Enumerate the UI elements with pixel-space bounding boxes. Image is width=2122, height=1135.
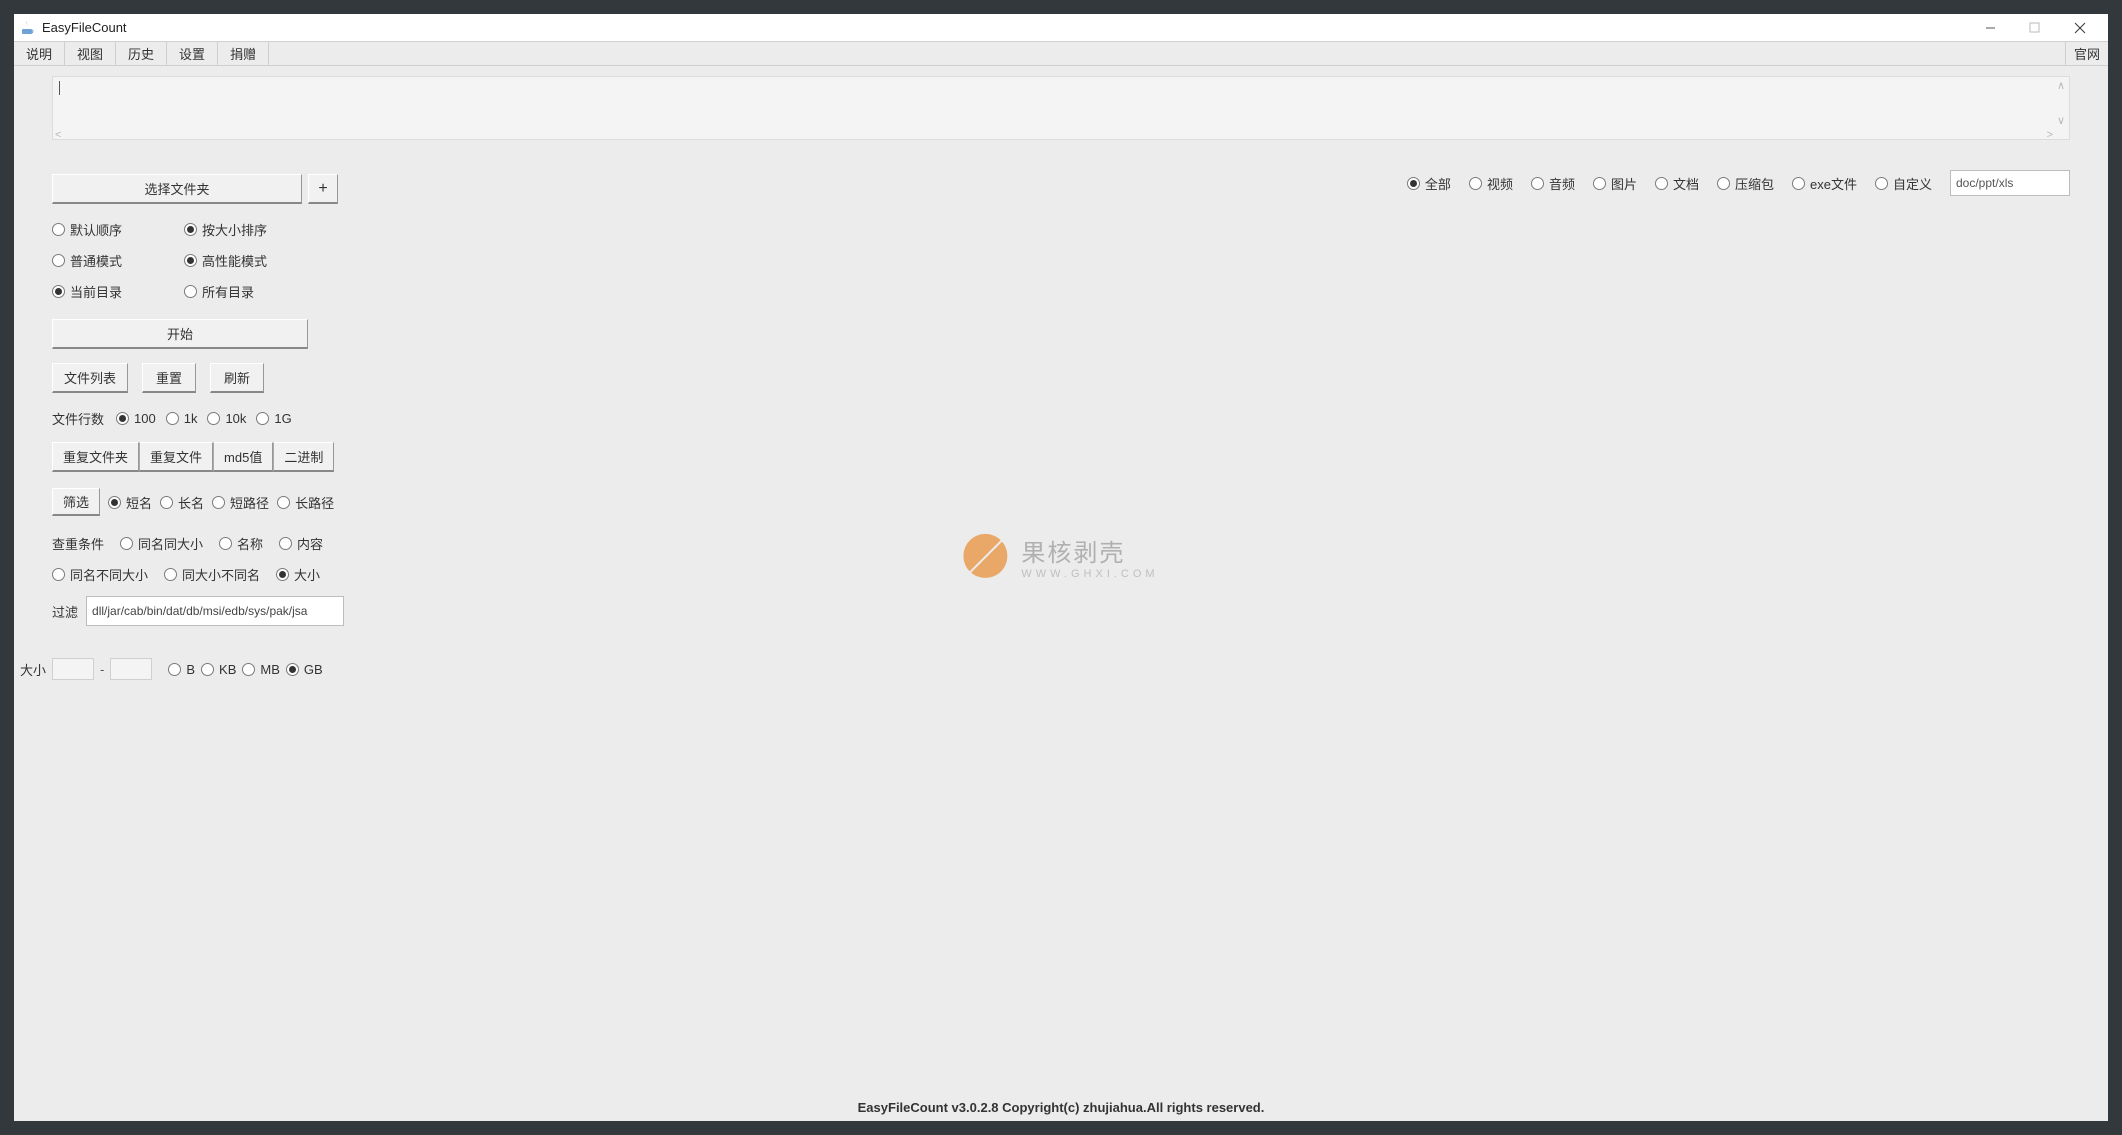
custom-filter-input[interactable]: [1950, 170, 2070, 196]
maximize-icon: [2029, 22, 2040, 33]
close-icon: [2074, 22, 2086, 34]
dup-files-button[interactable]: 重复文件: [139, 442, 213, 472]
file-list-button[interactable]: 文件列表: [52, 363, 128, 393]
scroll-right-icon[interactable]: >: [2047, 129, 2053, 141]
type-archive[interactable]: 压缩包: [1717, 174, 1774, 193]
menu-official[interactable]: 官网: [2065, 42, 2108, 65]
java-app-icon: [20, 20, 36, 36]
minimize-button[interactable]: [1968, 14, 2012, 42]
menu-donate[interactable]: 捐赠: [218, 42, 269, 65]
ext-filter-input[interactable]: [86, 596, 344, 626]
binary-button[interactable]: 二进制: [273, 442, 334, 472]
menu-settings[interactable]: 设置: [167, 42, 218, 65]
size-filter-row: 大小 - B KB MB GB: [20, 658, 323, 680]
dc-name[interactable]: 名称: [219, 534, 263, 553]
md5-button[interactable]: md5值: [213, 442, 273, 472]
start-button[interactable]: 开始: [52, 319, 308, 349]
scope-all[interactable]: 所有目录: [184, 282, 254, 301]
scope-current[interactable]: 当前目录: [52, 282, 122, 301]
unit-b[interactable]: B: [168, 662, 195, 677]
size-label: 大小: [20, 660, 46, 679]
type-audio[interactable]: 音频: [1531, 174, 1575, 193]
scroll-up-icon[interactable]: ∧: [2057, 79, 2065, 92]
watermark-text-cn: 果核剥壳: [1021, 532, 1158, 567]
ext-filter-label: 过滤: [52, 602, 78, 621]
dc-samesize-diffname[interactable]: 同大小不同名: [164, 565, 260, 584]
order-default[interactable]: 默认顺序: [52, 220, 122, 239]
scroll-down-icon[interactable]: ∨: [2057, 114, 2065, 127]
add-folder-button[interactable]: +: [308, 174, 338, 204]
reset-button[interactable]: 重置: [142, 363, 196, 393]
size-from-input[interactable]: [52, 658, 94, 680]
lines-100[interactable]: 100: [116, 411, 156, 426]
type-custom[interactable]: 自定义: [1875, 174, 1932, 193]
watermark-text-en: WWW.GHXI.COM: [1021, 567, 1158, 579]
window-title: EasyFileCount: [42, 20, 127, 35]
dc-samename-diffsize[interactable]: 同名不同大小: [52, 565, 148, 584]
select-folder-button[interactable]: 选择文件夹: [52, 174, 302, 204]
type-doc[interactable]: 文档: [1655, 174, 1699, 193]
dc-size[interactable]: 大小: [276, 565, 320, 584]
watermark: 果核剥壳 WWW.GHXI.COM: [963, 532, 1158, 579]
left-controls: 选择文件夹 + 默认顺序 按大小排序 普通模式 高性能模式 当前目录 所有目录 …: [52, 174, 412, 626]
type-filter-row: 全部 视频 音频 图片 文档 压缩包 exe文件 自定义: [1407, 170, 2070, 196]
menu-help[interactable]: 说明: [14, 42, 65, 65]
menubar: 说明 视图 历史 设置 捐赠 官网: [14, 42, 2108, 66]
lines-10k[interactable]: 10k: [207, 411, 246, 426]
type-image[interactable]: 图片: [1593, 174, 1637, 193]
menu-view[interactable]: 视图: [65, 42, 116, 65]
footer-copyright: EasyFileCount v3.0.2.8 Copyright(c) zhuj…: [14, 1100, 2108, 1115]
size-dash: -: [100, 662, 104, 677]
flt-long-name[interactable]: 长名: [160, 493, 204, 512]
unit-kb[interactable]: KB: [201, 662, 236, 677]
minimize-icon: [1985, 22, 1996, 33]
lines-1k[interactable]: 1k: [166, 411, 198, 426]
watermark-icon: [963, 534, 1007, 578]
order-by-size[interactable]: 按大小排序: [184, 220, 267, 239]
filter-toggle-button[interactable]: 筛选: [52, 488, 100, 516]
menu-history[interactable]: 历史: [116, 42, 167, 65]
lines-1g[interactable]: 1G: [256, 411, 291, 426]
type-all[interactable]: 全部: [1407, 174, 1451, 193]
refresh-button[interactable]: 刷新: [210, 363, 264, 393]
app-window: EasyFileCount 说明 视图 历史 设置 捐赠 官网 ∧ ∨ < >: [0, 0, 2122, 1135]
content-area: ∧ ∨ < > 全部 视频 音频 图片 文档 压缩包 exe文件 自定义 选择文…: [14, 66, 2108, 1121]
flt-short-path[interactable]: 短路径: [212, 493, 269, 512]
flt-long-path[interactable]: 长路径: [277, 493, 334, 512]
mode-high-perf[interactable]: 高性能模式: [184, 251, 267, 270]
maximize-button[interactable]: [2012, 14, 2056, 42]
dup-cond-label: 查重条件: [52, 534, 104, 553]
flt-short-name[interactable]: 短名: [108, 493, 152, 512]
path-textarea[interactable]: ∧ ∨ < >: [52, 76, 2070, 140]
scroll-left-icon[interactable]: <: [55, 129, 61, 141]
dup-folders-button[interactable]: 重复文件夹: [52, 442, 139, 472]
unit-mb[interactable]: MB: [242, 662, 280, 677]
mode-normal[interactable]: 普通模式: [52, 251, 122, 270]
type-exe[interactable]: exe文件: [1792, 174, 1857, 193]
close-button[interactable]: [2056, 14, 2104, 42]
type-video[interactable]: 视频: [1469, 174, 1513, 193]
unit-gb[interactable]: GB: [286, 662, 323, 677]
dc-samename-samesize[interactable]: 同名同大小: [120, 534, 203, 553]
dc-content[interactable]: 内容: [279, 534, 323, 553]
titlebar: EasyFileCount: [14, 14, 2108, 42]
size-to-input[interactable]: [110, 658, 152, 680]
line-count-label: 文件行数: [52, 409, 104, 428]
